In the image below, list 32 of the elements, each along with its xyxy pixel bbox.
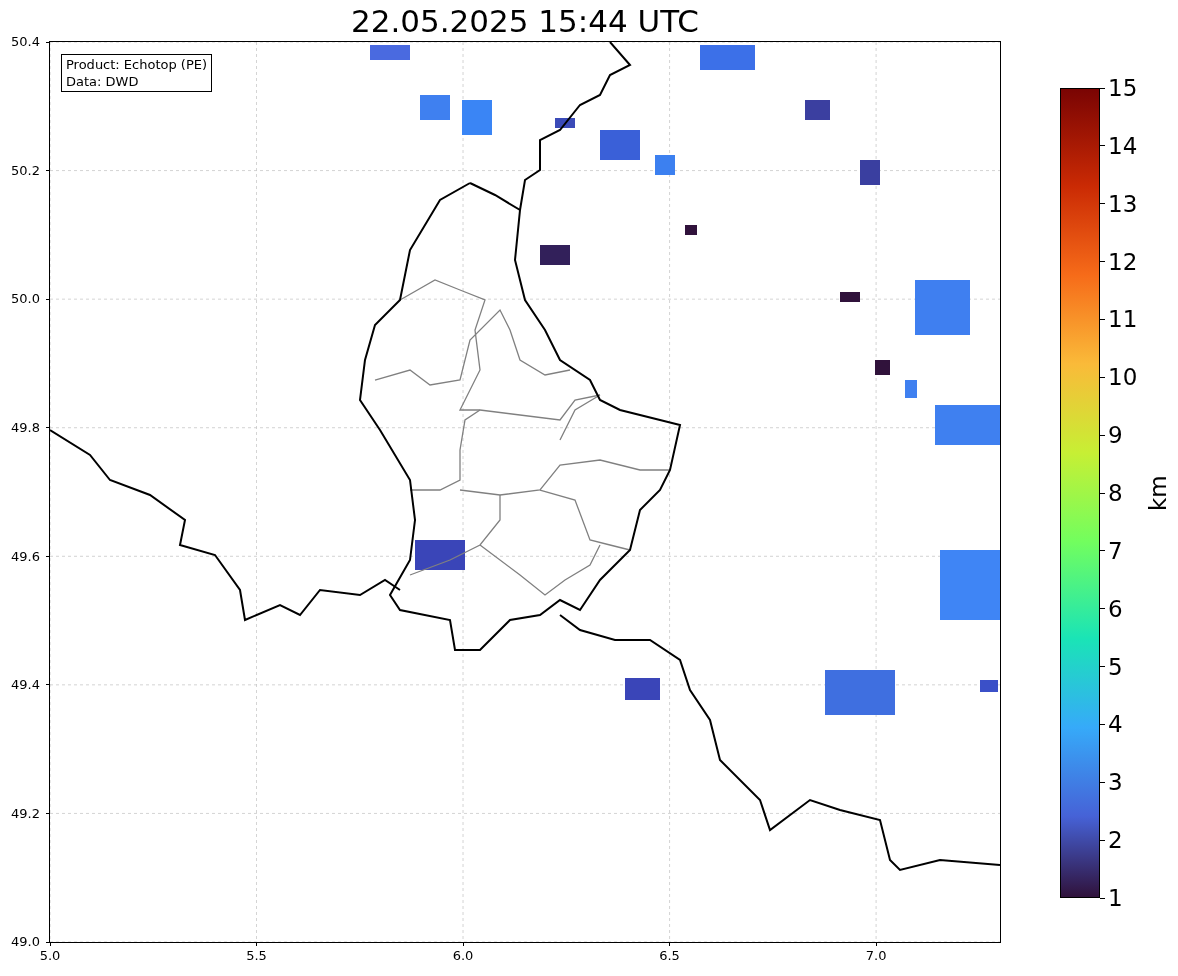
colorbar-tick-label: 5 <box>1108 652 1123 682</box>
colorbar-tick-label: 9 <box>1108 421 1123 451</box>
y-tick-label: 50.2 <box>11 161 40 180</box>
colorbar-tick-label: 11 <box>1108 305 1138 335</box>
legend-text: Data: DWD <box>66 73 140 90</box>
colorbar-tick-label: 8 <box>1108 479 1123 508</box>
colorbar-tick-label: 1 <box>1108 884 1123 913</box>
colorbar-tick-label: 14 <box>1108 131 1138 161</box>
y-tick-label: 49.4 <box>11 676 40 695</box>
colorbar-tick-label: 4 <box>1108 710 1123 740</box>
colorbar-label: km <box>1143 475 1172 511</box>
x-tick-label: 6.5 <box>659 947 680 965</box>
y-tick-label: 50.4 <box>11 33 40 52</box>
colorbar-tick-label: 13 <box>1108 189 1138 219</box>
legend-text: Product: Echotop (PE) <box>66 56 208 73</box>
y-tick-label: 49.8 <box>11 418 40 437</box>
y-tick-label: 49.2 <box>11 804 40 823</box>
x-tick-label: 5.5 <box>246 947 267 965</box>
x-tick-label: 7.0 <box>865 947 887 965</box>
x-tick-label: 6.0 <box>452 947 474 965</box>
colorbar-tick-label: 2 <box>1108 826 1123 856</box>
colorbar-tick-label: 10 <box>1108 363 1138 393</box>
chart-title: 22.05.2025 15:44 UTC <box>351 2 699 41</box>
y-tick-label: 50.0 <box>11 290 40 309</box>
colorbar-tick-label: 6 <box>1108 594 1123 624</box>
y-tick-label: 49.6 <box>11 547 40 566</box>
colorbar-tick-label: 12 <box>1108 247 1138 277</box>
colorbar-tick-label: 7 <box>1108 536 1123 566</box>
y-tick-label: 49.0 <box>11 933 40 952</box>
x-tick-label: 5.0 <box>39 947 61 965</box>
colorbar-tick-label: 3 <box>1108 768 1123 798</box>
colorbar-tick-label: 15 <box>1108 74 1138 103</box>
